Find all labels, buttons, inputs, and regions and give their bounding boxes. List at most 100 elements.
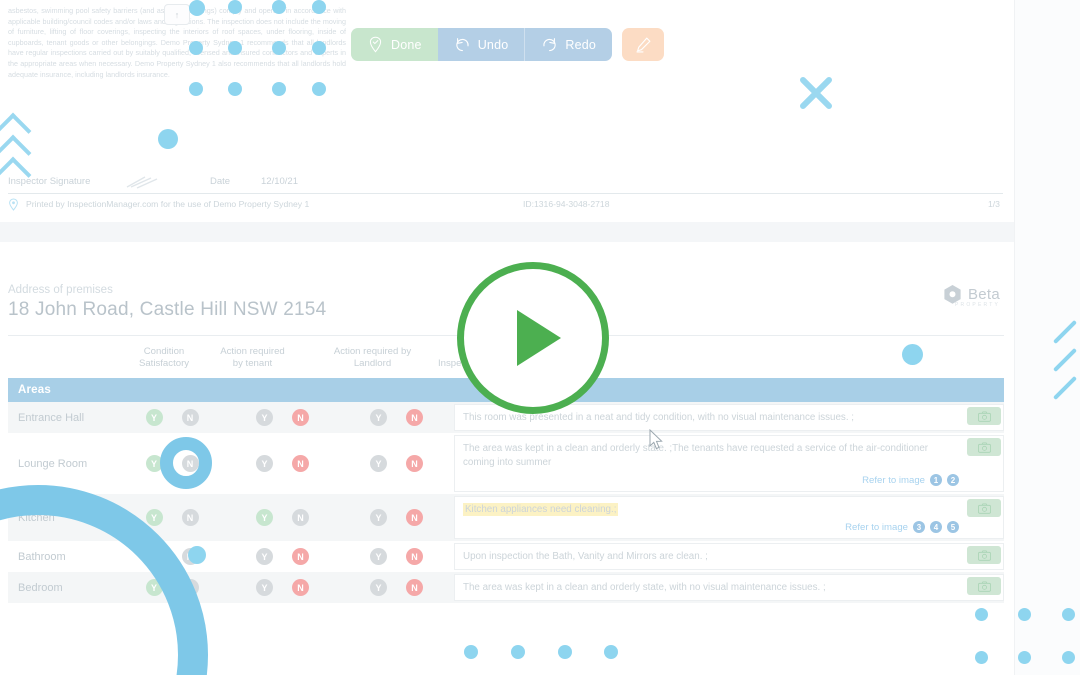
condition-no-badge[interactable]: N [181, 409, 199, 426]
landlord-yes-badge[interactable]: Y [370, 509, 387, 526]
attach-photo-button[interactable] [967, 546, 1001, 564]
tenant-yes-badge[interactable]: Y [256, 455, 273, 472]
redo-arrow-icon [543, 38, 557, 52]
landlord-no-badge[interactable]: N [406, 579, 423, 596]
highlighter-button[interactable] [622, 28, 665, 61]
landlord-action-toggle-group[interactable]: Y N [339, 572, 454, 603]
tenant-no-badge[interactable]: N [292, 509, 309, 526]
redo-button[interactable]: Redo [525, 28, 613, 61]
column-header-tenant: Action required by tenant [220, 346, 285, 369]
condition-no-badge[interactable]: N [181, 509, 199, 526]
tenant-yes-badge[interactable]: Y [256, 548, 273, 565]
condition-no-badge[interactable]: N [181, 548, 199, 565]
image-ref-badge[interactable]: 2 [947, 474, 959, 486]
signature-scribble [126, 176, 158, 189]
done-button-label: Done [391, 37, 422, 52]
condition-yes-badge[interactable]: Y [145, 579, 163, 596]
refer-to-image-group[interactable]: Refer to image 3 4 5 [463, 521, 959, 533]
row-name: Kitchen [18, 511, 55, 524]
tenant-yes-badge[interactable]: Y [256, 579, 273, 596]
condition-yes-badge[interactable]: Y [145, 455, 163, 472]
tenant-no-badge[interactable]: N [292, 548, 309, 565]
table-row[interactable]: Bedroom Y N Y N Y N The area was kept in… [8, 572, 1004, 603]
comment-cell[interactable]: The area was kept in a clean and orderly… [454, 574, 1004, 601]
tenant-yes-badge[interactable]: Y [256, 509, 273, 526]
landlord-yes-badge[interactable]: Y [370, 409, 387, 426]
annotation-toolbar: Done Undo Redo [351, 28, 665, 61]
landlord-no-badge[interactable]: N [406, 548, 423, 565]
attach-photo-button[interactable] [967, 407, 1001, 425]
landlord-action-toggle-group[interactable]: Y N [339, 433, 454, 494]
comment-text: Kitchen appliances need cleaning.; [463, 503, 959, 517]
condition-toggle-group[interactable]: Y N [118, 572, 226, 603]
comment-cell[interactable]: Kitchen appliances need cleaning.; Refer… [454, 496, 1004, 539]
decorative-dot [511, 645, 525, 659]
condition-yes-badge[interactable]: Y [145, 548, 163, 565]
condition-toggle-group[interactable]: Y N [118, 541, 226, 572]
image-ref-badge[interactable]: 4 [930, 521, 942, 533]
tenant-action-toggle-group[interactable]: Y N [226, 572, 339, 603]
comment-cell[interactable]: Upon inspection the Bath, Vanity and Mir… [454, 543, 1004, 570]
undo-button[interactable]: Undo [437, 28, 526, 61]
tenant-yes-badge[interactable]: Y [256, 409, 273, 426]
table-row[interactable]: Bathroom Y N Y N Y N Upon inspection the… [8, 541, 1004, 572]
attach-photo-button[interactable] [967, 577, 1001, 595]
condition-no-badge[interactable]: N [181, 455, 199, 472]
scroll-to-top-button[interactable]: ↑ [164, 4, 190, 25]
row-name: Lounge Room [18, 457, 88, 470]
comment-text: The area was kept in a clean and orderly… [463, 582, 826, 593]
image-ref-badge[interactable]: 1 [930, 474, 942, 486]
undo-arrow-icon [456, 38, 469, 52]
date-label: Date [210, 176, 231, 187]
landlord-yes-badge[interactable]: Y [370, 548, 387, 565]
landlord-action-toggle-group[interactable]: Y N [339, 541, 454, 572]
landlord-no-badge[interactable]: N [406, 455, 423, 472]
tenant-no-badge[interactable]: N [292, 409, 309, 426]
tenant-no-badge[interactable]: N [292, 455, 309, 472]
inspection-table: Areas Entrance Hall Y N Y N Y N This roo… [8, 378, 1004, 603]
condition-no-badge[interactable]: N [181, 579, 199, 596]
done-button[interactable]: Done [351, 28, 438, 61]
landlord-no-badge[interactable]: N [406, 509, 423, 526]
table-row[interactable]: Kitchen Y N Y N Y N Kitchen appliances n… [8, 494, 1004, 541]
camera-icon [977, 549, 991, 561]
attach-photo-button[interactable] [967, 499, 1001, 517]
tenant-action-toggle-group[interactable]: Y N [226, 494, 339, 541]
tenant-action-toggle-group[interactable]: Y N [226, 433, 339, 494]
row-name: Bedroom [18, 581, 63, 594]
tenant-no-badge[interactable]: N [292, 579, 309, 596]
signature-row: Inspector Signature Date 12/10/21 [8, 174, 1003, 194]
condition-toggle-group[interactable]: Y N [118, 402, 226, 433]
landlord-no-badge[interactable]: N [406, 409, 423, 426]
tenant-action-toggle-group[interactable]: Y N [226, 402, 339, 433]
tenant-action-toggle-group[interactable]: Y N [226, 541, 339, 572]
landlord-yes-badge[interactable]: Y [370, 455, 387, 472]
highlighter-pen-icon [635, 37, 651, 53]
footer-printed-by: Printed by InspectionManager.com for the… [26, 199, 310, 209]
brand-name-label: Beta [967, 286, 1000, 303]
image-ref-badge[interactable]: 5 [947, 521, 959, 533]
decorative-dot [975, 651, 988, 664]
address-value: 18 John Road, Castle Hill NSW 2154 [8, 299, 327, 320]
attach-photo-button[interactable] [967, 438, 1001, 456]
column-header-landlord: Action required by Landlord [333, 346, 412, 369]
condition-toggle-group[interactable]: Y N [118, 433, 226, 494]
image-ref-badge[interactable]: 3 [913, 521, 925, 533]
comment-cell[interactable]: The area was kept in a clean and orderly… [454, 435, 1004, 492]
close-icon[interactable] [795, 72, 837, 114]
decorative-dot [975, 608, 988, 621]
play-video-button[interactable] [457, 262, 609, 414]
refer-to-image-group[interactable]: Refer to image 1 2 [463, 474, 959, 486]
landlord-action-toggle-group[interactable]: Y N [339, 402, 454, 433]
landlord-yes-badge[interactable]: Y [370, 579, 387, 596]
toolbar-button-group: Done Undo Redo [351, 28, 613, 61]
row-name: Bathroom [18, 550, 66, 563]
condition-yes-badge[interactable]: Y [145, 409, 163, 426]
table-row[interactable]: Lounge Room Y N Y N Y N The area was kep… [8, 433, 1004, 494]
condition-yes-badge[interactable]: Y [145, 509, 163, 526]
landlord-action-toggle-group[interactable]: Y N [339, 494, 454, 541]
condition-toggle-group[interactable]: Y N [118, 494, 226, 541]
screen-root: asbestos, swimming pool safety barriers … [0, 0, 1080, 675]
decorative-dot [558, 645, 572, 659]
decorative-slash [1052, 319, 1078, 345]
